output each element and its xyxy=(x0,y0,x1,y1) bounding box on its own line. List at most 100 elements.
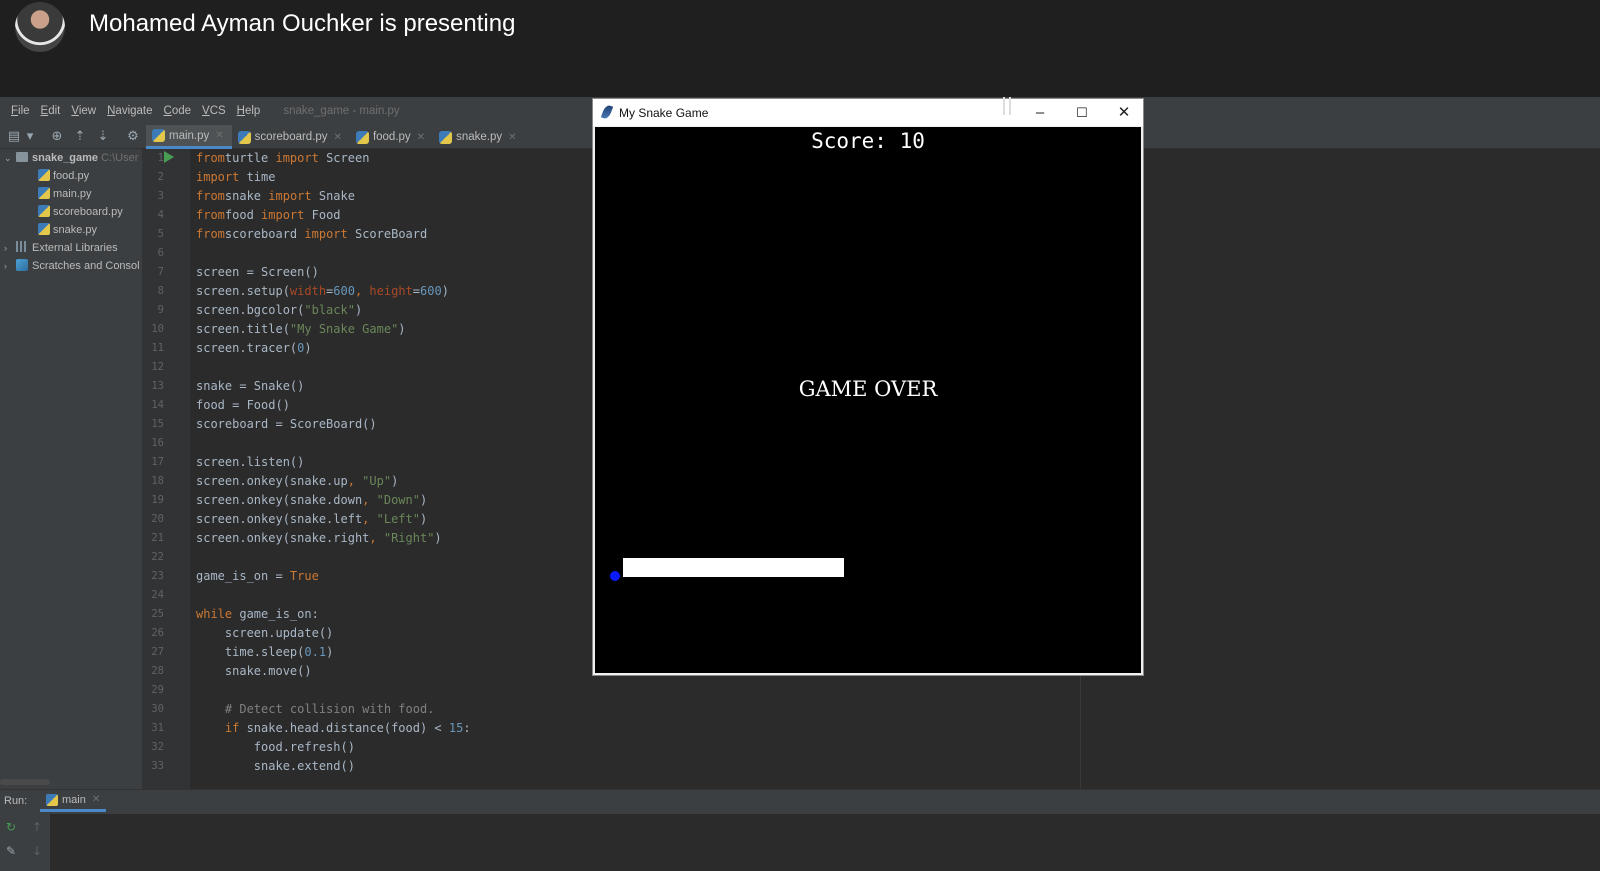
horizontal-scrollbar[interactable] xyxy=(0,779,50,785)
line-number: 19 xyxy=(151,494,164,506)
menu-view[interactable]: View xyxy=(71,105,96,117)
code-token: "Down" xyxy=(376,493,420,507)
menu-file[interactable]: File xyxy=(11,105,30,117)
code-token: screen.listen() xyxy=(196,455,305,469)
code-token: from xyxy=(196,151,225,165)
code-line: fromscoreboard import ScoreBoard xyxy=(196,225,471,244)
code-token: "Left" xyxy=(376,512,420,526)
line-number: 26 xyxy=(151,627,164,639)
code-line: while game_is_on: xyxy=(196,605,471,624)
code-token: screen.onkey(snake.right xyxy=(196,531,370,545)
tree-scratches[interactable]: › Scratches and Consol xyxy=(4,257,140,275)
line-number: 27 xyxy=(151,646,164,658)
tree-file-food[interactable]: food.py xyxy=(38,167,89,185)
folder-icon xyxy=(16,152,28,162)
run-tab-label: main xyxy=(62,793,86,806)
feather-icon xyxy=(600,104,614,120)
snake-body xyxy=(623,558,844,577)
game-canvas[interactable]: Score: 10 GAME OVER xyxy=(595,127,1141,673)
menu-help[interactable]: Help xyxy=(237,105,261,117)
code-line: fromfood import Food xyxy=(196,206,471,225)
file-name: main.py xyxy=(53,188,92,200)
code-token: if xyxy=(196,721,240,735)
chevron-right-icon[interactable]: › xyxy=(4,239,16,257)
code-token: food xyxy=(224,208,262,222)
code-token: ) xyxy=(354,303,363,317)
close-button[interactable]: ✕ xyxy=(1103,99,1145,126)
presenter-avatar xyxy=(15,2,65,52)
code-token: game_is_on: xyxy=(232,607,319,621)
collapse-all-icon[interactable]: ⇣ xyxy=(95,129,111,145)
library-icon xyxy=(16,241,28,252)
code-token: time.sleep( xyxy=(196,645,305,659)
run-icon[interactable] xyxy=(164,151,174,163)
rerun-icon[interactable]: ↻ xyxy=(4,820,18,834)
tree-external-libraries[interactable]: › External Libraries xyxy=(4,239,118,257)
menu-vcs[interactable]: VCS xyxy=(202,105,226,117)
code-token: ) xyxy=(304,341,312,355)
code-token: scoreboard = ScoreBoard() xyxy=(196,417,377,431)
expand-all-icon[interactable]: ⇡ xyxy=(72,129,88,145)
folder-name: snake_game xyxy=(32,152,99,164)
line-number: 16 xyxy=(151,437,164,449)
tree-root-folder[interactable]: ⌄ snake_game C:\User xyxy=(4,149,138,167)
menu-code[interactable]: Code xyxy=(164,105,192,117)
maximize-button[interactable]: ☐ xyxy=(1061,99,1103,126)
chevron-right-icon[interactable]: › xyxy=(4,257,16,275)
tab-main[interactable]: main.py ✕ xyxy=(146,125,232,149)
line-number: 13 xyxy=(151,380,164,392)
code-token: 600 xyxy=(420,284,442,298)
project-view-icon[interactable]: ▤ xyxy=(6,129,22,145)
arrow-up-icon[interactable]: ↑ xyxy=(30,820,44,834)
chevron-down-icon[interactable]: ⌄ xyxy=(4,149,16,167)
tab-snake[interactable]: snake.py ✕ xyxy=(433,125,524,149)
line-number: 10 xyxy=(151,323,164,335)
line-number: 33 xyxy=(151,760,164,772)
code-token: ) xyxy=(419,493,428,507)
minimize-button[interactable]: – xyxy=(1019,99,1061,126)
line-number: 4 xyxy=(157,209,164,221)
game-window-title: My Snake Game xyxy=(619,106,709,120)
dropdown-icon[interactable]: ▾ xyxy=(22,129,38,145)
tab-food[interactable]: food.py ✕ xyxy=(350,125,433,149)
close-icon[interactable]: ✕ xyxy=(215,130,223,141)
code-line: screen.onkey(snake.left, "Left") xyxy=(196,510,471,529)
code-token: from xyxy=(196,189,225,203)
close-icon[interactable]: ✕ xyxy=(417,132,425,143)
code-token: ) xyxy=(441,284,449,298)
code-token: , xyxy=(362,512,377,526)
python-file-icon xyxy=(38,205,50,217)
menu-edit[interactable]: Edit xyxy=(41,105,61,117)
menu-navigate[interactable]: Navigate xyxy=(107,105,152,117)
code-token: = xyxy=(412,284,421,298)
run-tab-main[interactable]: main ✕ xyxy=(40,790,107,812)
gear-icon[interactable]: ⚙ xyxy=(125,129,141,145)
tab-label: main.py xyxy=(169,129,210,142)
code-line: food.refresh() xyxy=(196,738,471,757)
code-token: screen.onkey(snake.left xyxy=(196,512,363,526)
python-file-icon xyxy=(152,129,165,142)
tree-file-snake[interactable]: snake.py xyxy=(38,221,97,239)
code-token: # Detect collision with food. xyxy=(196,702,435,716)
tab-scoreboard[interactable]: scoreboard.py ✕ xyxy=(232,125,350,149)
wrench-icon[interactable]: ✎ xyxy=(4,844,18,858)
close-icon[interactable]: ✕ xyxy=(334,132,342,143)
tree-file-scoreboard[interactable]: scoreboard.py xyxy=(38,203,123,221)
close-icon[interactable]: ✕ xyxy=(508,132,516,143)
line-number: 11 xyxy=(151,342,164,354)
run-label: Run: xyxy=(4,795,28,807)
code-token: Snake xyxy=(311,189,355,203)
line-number: 9 xyxy=(157,304,164,316)
game-title-bar[interactable]: My Snake Game – ☐ ✕ xyxy=(593,99,1143,126)
code-token: , xyxy=(369,531,384,545)
code-token: 0.1 xyxy=(304,645,327,659)
arrow-down-icon[interactable]: ↓ xyxy=(30,844,44,858)
close-icon[interactable]: ✕ xyxy=(92,794,100,805)
code-token: True xyxy=(289,569,319,583)
locate-icon[interactable]: ⊕ xyxy=(49,129,65,145)
code-token: screen.update() xyxy=(196,626,334,640)
tree-file-main[interactable]: main.py xyxy=(38,185,92,203)
code-token: Food xyxy=(304,208,341,222)
